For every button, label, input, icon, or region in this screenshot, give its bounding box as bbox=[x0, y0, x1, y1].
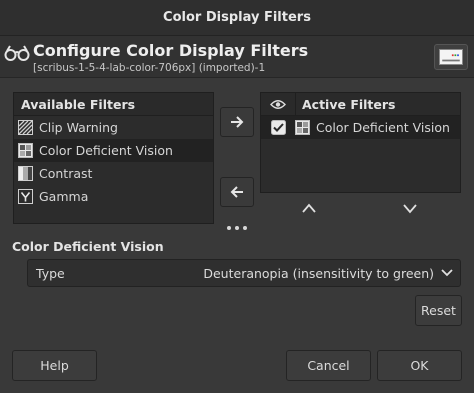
help-button[interactable]: Help bbox=[12, 350, 97, 381]
active-filter-color-deficient-vision[interactable]: Color Deficient Vision bbox=[261, 116, 460, 139]
move-down-icon[interactable] bbox=[402, 202, 418, 214]
move-up-icon[interactable] bbox=[301, 202, 317, 214]
filter-item-color-deficient-vision[interactable]: Color Deficient Vision bbox=[14, 139, 213, 162]
filter-item-label: Gamma bbox=[39, 189, 89, 204]
color-deficient-icon bbox=[18, 143, 33, 158]
more-options-icon[interactable] bbox=[226, 224, 248, 232]
filter-item-contrast[interactable]: Contrast bbox=[14, 162, 213, 185]
filter-item-gamma[interactable]: Gamma bbox=[14, 185, 213, 208]
filter-section-title: Color Deficient Vision bbox=[12, 239, 164, 254]
eye-icon bbox=[270, 99, 286, 109]
remove-filter-button[interactable] bbox=[220, 177, 254, 207]
filter-item-label: Contrast bbox=[39, 166, 93, 181]
active-filters-header: Active Filters bbox=[261, 93, 460, 116]
checkbox-checked-icon[interactable] bbox=[270, 120, 286, 135]
color-preview-icon bbox=[439, 49, 463, 65]
contrast-icon bbox=[18, 166, 33, 181]
dialog-heading: Configure Color Display Filters bbox=[33, 41, 309, 60]
ok-button[interactable]: OK bbox=[377, 350, 462, 381]
clip-warning-icon bbox=[18, 120, 33, 135]
reset-button[interactable]: Reset bbox=[415, 295, 462, 326]
glasses-icon bbox=[4, 45, 30, 61]
active-filters-list[interactable]: Active Filters Color Deficient Vision bbox=[260, 92, 461, 193]
available-filters-header: Available Filters bbox=[14, 93, 213, 116]
add-filter-button[interactable] bbox=[220, 107, 254, 137]
color-deficient-icon bbox=[295, 120, 310, 135]
available-filters-list[interactable]: Available Filters Clip Warning Color Def… bbox=[13, 92, 214, 224]
available-filters-heading: Available Filters bbox=[21, 96, 136, 112]
filter-item-clip-warning[interactable]: Clip Warning bbox=[14, 116, 213, 139]
arrow-right-icon bbox=[231, 116, 244, 128]
filter-item-label: Clip Warning bbox=[39, 120, 118, 135]
chevron-down-icon bbox=[441, 269, 453, 277]
gamma-icon bbox=[18, 189, 33, 204]
type-value: Deuteranopia (insensitivity to green) bbox=[203, 265, 434, 281]
filter-item-label: Color Deficient Vision bbox=[39, 143, 173, 158]
image-name: [scribus-1-5-4-lab-color-706px] (importe… bbox=[33, 62, 266, 74]
active-filter-label: Color Deficient Vision bbox=[316, 120, 450, 135]
type-label: Type bbox=[36, 265, 65, 281]
window-title: Color Display Filters bbox=[163, 10, 311, 25]
arrow-left-icon bbox=[230, 186, 243, 198]
window-titlebar: Color Display Filters bbox=[0, 0, 474, 36]
cancel-button[interactable]: Cancel bbox=[286, 350, 371, 381]
active-filters-heading: Active Filters bbox=[302, 96, 396, 112]
type-combo[interactable]: Type Deuteranopia (insensitivity to gree… bbox=[27, 259, 461, 287]
